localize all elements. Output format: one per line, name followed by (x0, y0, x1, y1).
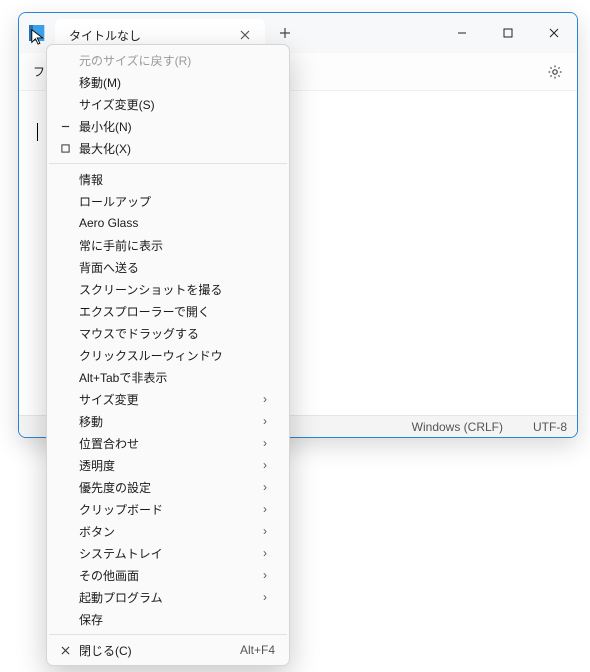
tab-title: タイトルなし (69, 27, 235, 44)
menu-file-label: フ (33, 63, 45, 80)
gear-icon (547, 64, 563, 80)
menu-item-save[interactable]: 保存 (47, 608, 289, 630)
chevron-right-icon: › (263, 502, 275, 516)
chevron-right-icon: › (263, 436, 275, 450)
menu-item-transparency[interactable]: 透明度 › (47, 454, 289, 476)
minimize-button[interactable] (439, 13, 485, 53)
menu-item-restore: 元のサイズに戻す(R) (47, 49, 289, 71)
chevron-right-icon: › (263, 392, 275, 406)
menu-item-alttab[interactable]: Alt+Tabで非表示 (47, 366, 289, 388)
chevron-right-icon: › (263, 590, 275, 604)
menu-item-resize-sub[interactable]: サイズ変更 › (47, 388, 289, 410)
notepad-icon (29, 25, 45, 41)
menu-item-clickthrough[interactable]: クリックスルーウィンドウ (47, 344, 289, 366)
chevron-right-icon: › (263, 480, 275, 494)
menu-item-move[interactable]: 移動(M) (47, 71, 289, 93)
status-encoding: UTF-8 (533, 420, 567, 434)
menu-item-dragmouse[interactable]: マウスでドラッグする (47, 322, 289, 344)
menu-item-sendback[interactable]: 背面へ送る (47, 256, 289, 278)
menu-accel: Alt+F4 (240, 643, 275, 657)
text-caret (37, 123, 38, 141)
menu-item-aero[interactable]: Aero Glass (47, 212, 289, 234)
chevron-right-icon: › (263, 568, 275, 582)
menu-item-rollup[interactable]: ロールアップ (47, 190, 289, 212)
menu-item-explorer[interactable]: エクスプローラーで開く (47, 300, 289, 322)
chevron-right-icon: › (263, 458, 275, 472)
menu-item-maximize[interactable]: 最大化(X) (47, 137, 289, 159)
menu-item-systray[interactable]: システムトレイ › (47, 542, 289, 564)
chevron-right-icon: › (263, 546, 275, 560)
menu-item-clipboard[interactable]: クリップボード › (47, 498, 289, 520)
menu-separator (49, 163, 287, 164)
menu-item-minimize[interactable]: 最小化(N) (47, 115, 289, 137)
menu-item-screenshot[interactable]: スクリーンショットを撮る (47, 278, 289, 300)
maximize-button[interactable] (485, 13, 531, 53)
maximize-icon (51, 144, 79, 153)
status-line-endings: Windows (CRLF) (412, 420, 503, 434)
close-icon (51, 646, 79, 655)
system-menu: 元のサイズに戻す(R) 移動(M) サイズ変更(S) 最小化(N) 最大化(X)… (46, 44, 290, 666)
tab-close-button[interactable] (235, 25, 255, 45)
settings-button[interactable] (541, 58, 569, 86)
menu-item-otherscreen[interactable]: その他画面 › (47, 564, 289, 586)
chevron-right-icon: › (263, 524, 275, 538)
menu-item-align[interactable]: 位置合わせ › (47, 432, 289, 454)
close-button[interactable] (531, 13, 577, 53)
menu-item-startup[interactable]: 起動プログラム › (47, 586, 289, 608)
menu-separator (49, 634, 287, 635)
minimize-icon (51, 122, 79, 131)
menu-item-ontop[interactable]: 常に手前に表示 (47, 234, 289, 256)
menu-item-move-sub[interactable]: 移動 › (47, 410, 289, 432)
window-controls (439, 13, 577, 53)
menu-item-buttons[interactable]: ボタン › (47, 520, 289, 542)
menu-item-size[interactable]: サイズ変更(S) (47, 93, 289, 115)
menu-item-close[interactable]: 閉じる(C) Alt+F4 (47, 639, 289, 661)
menu-item-priority[interactable]: 優先度の設定 › (47, 476, 289, 498)
chevron-right-icon: › (263, 414, 275, 428)
menu-item-info[interactable]: 情報 (47, 168, 289, 190)
